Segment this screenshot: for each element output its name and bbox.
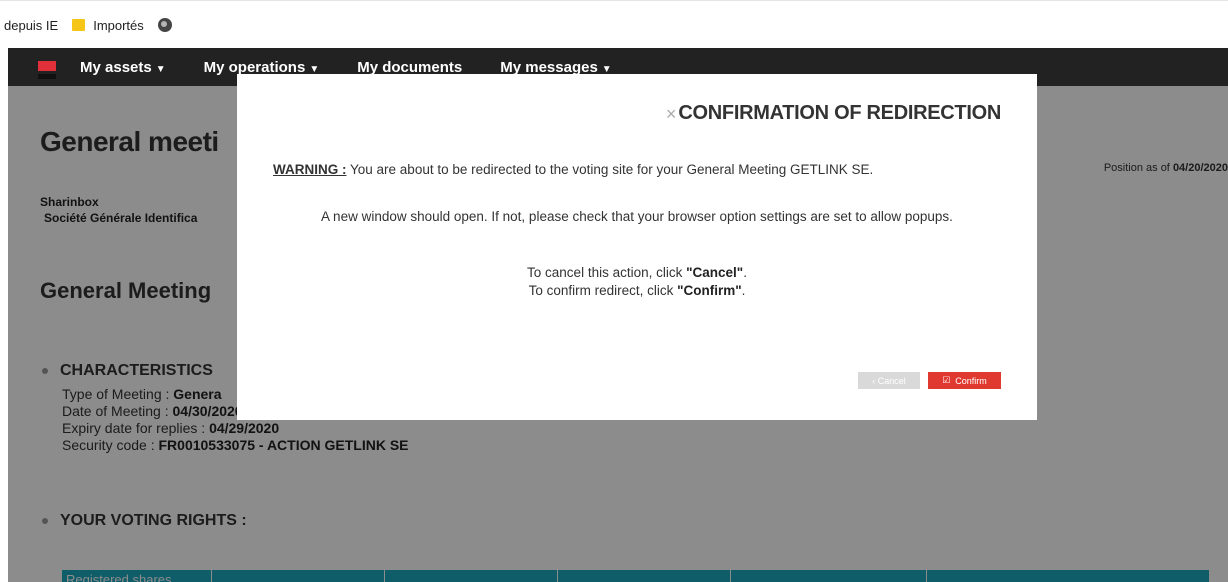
warning-label: WARNING : — [273, 162, 347, 177]
bookmark-importes[interactable]: Importés — [72, 18, 144, 33]
bookmark-globe[interactable] — [157, 18, 172, 32]
nav-my-messages[interactable]: My messages ▼ — [500, 59, 611, 76]
warning-text: You are about to be redirected to the vo… — [346, 162, 874, 177]
nav-my-operations[interactable]: My operations ▼ — [204, 59, 320, 76]
folder-icon — [72, 19, 86, 31]
caret-down-icon: ▼ — [155, 63, 166, 75]
bookmark-label: depuis IE — [4, 17, 59, 33]
instruction-keyword: "Confirm" — [677, 283, 742, 298]
bookmark-depuis-ie[interactable]: depuis IE — [4, 18, 58, 33]
bookmarks-bar: depuis IE Importés — [0, 0, 1228, 49]
close-icon[interactable]: × — [666, 105, 677, 123]
checkbox-edit-icon: ☑ — [942, 375, 951, 385]
cancel-instruction: To cancel this action, click "Cancel". — [277, 264, 997, 282]
nav-my-documents[interactable]: My documents — [357, 59, 462, 76]
redirect-confirmation-modal: × CONFIRMATION OF REDIRECTION WARNING : … — [237, 74, 1037, 420]
popup-message: A new window should open. If not, please… — [321, 209, 953, 224]
nav-label: My assets — [80, 58, 152, 76]
instruction-text: To cancel this action, click — [527, 265, 687, 280]
cancel-button[interactable]: ‹ Cancel — [858, 372, 920, 389]
nav-label: My messages — [500, 58, 598, 76]
confirm-instruction: To confirm redirect, click "Confirm". — [277, 282, 997, 300]
modal-header: × CONFIRMATION OF REDIRECTION — [666, 102, 1001, 125]
nav-my-assets[interactable]: My assets ▼ — [80, 59, 166, 76]
nav-label: My documents — [357, 58, 463, 76]
modal-title: CONFIRMATION OF REDIRECTION — [678, 102, 1001, 124]
globe-icon — [157, 18, 172, 32]
instruction-text: To confirm redirect, click — [528, 283, 678, 298]
instruction-period: . — [741, 283, 746, 298]
confirm-button-label: Confirm — [955, 375, 987, 386]
warning-message: WARNING : You are about to be redirected… — [273, 162, 873, 177]
instruction-period: . — [743, 265, 747, 280]
instruction-keyword: "Cancel" — [686, 265, 744, 280]
bookmark-label: Importés — [93, 17, 144, 33]
caret-down-icon: ▼ — [309, 63, 320, 75]
nav-label: My operations — [203, 58, 306, 76]
confirm-button[interactable]: ☑ Confirm — [928, 372, 1001, 389]
brand-logo[interactable] — [38, 60, 56, 74]
caret-down-icon: ▼ — [601, 63, 612, 75]
